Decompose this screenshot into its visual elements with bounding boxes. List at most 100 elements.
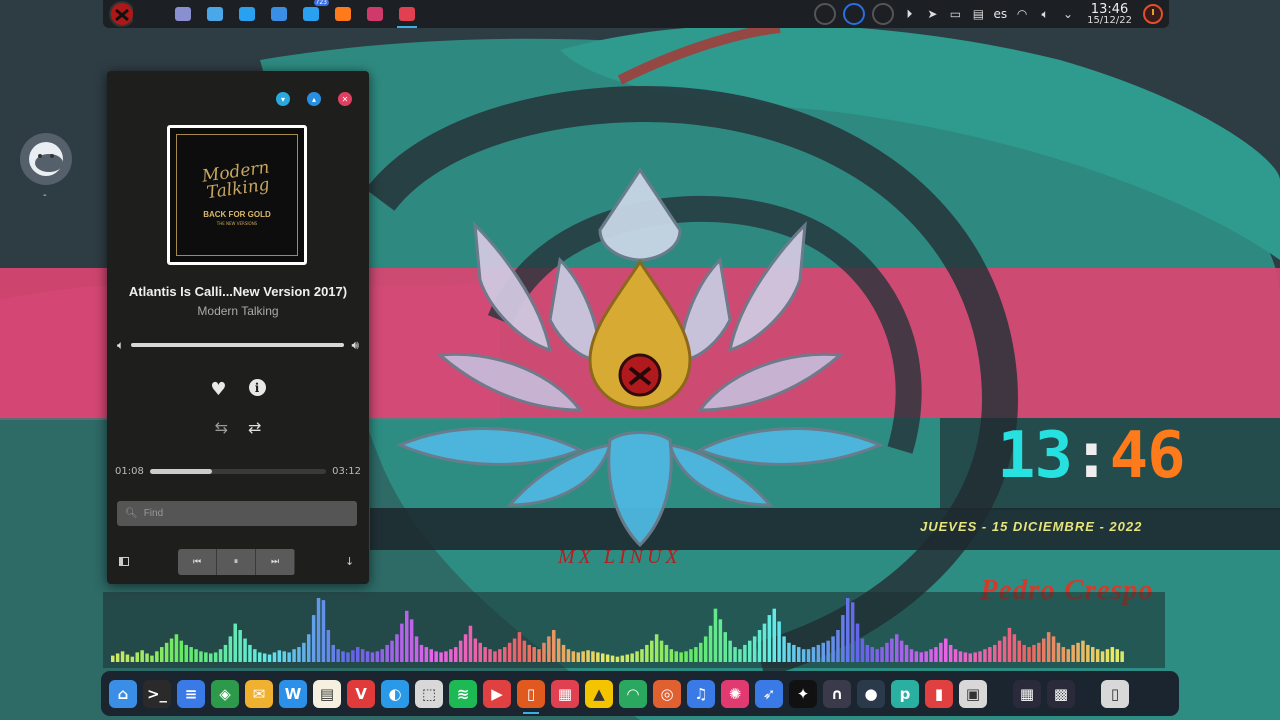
visualizer-bar <box>890 638 894 662</box>
taskbar-app-5[interactable] <box>331 2 355 26</box>
panel-clock[interactable]: 13:46 15/12/22 <box>1087 3 1132 26</box>
volume-slider[interactable] <box>131 343 345 347</box>
visualizer-bar <box>772 608 776 662</box>
visualizer-bar <box>601 653 605 662</box>
headphones-app-icon[interactable]: ◠ <box>619 679 647 708</box>
vlc-cone-icon[interactable]: ▲ <box>585 679 613 708</box>
previous-track-button[interactable]: ⏮ <box>178 549 217 575</box>
visualizer-bar <box>527 644 531 662</box>
track-info-icon[interactable]: i <box>248 379 266 396</box>
keyboard-layout-indicator[interactable]: es <box>993 7 1007 21</box>
visualizer-bar <box>566 649 571 662</box>
network-monitor-icon[interactable] <box>872 3 895 25</box>
visualizer-bar <box>140 650 144 662</box>
wps-office-icon[interactable]: W <box>279 679 307 708</box>
vivaldi-icon[interactable]: V <box>347 679 375 708</box>
spotify-icon[interactable]: ≋ <box>449 679 477 708</box>
taskbar-app-7[interactable] <box>395 2 419 28</box>
layers-icon[interactable]: ◈ <box>211 679 239 708</box>
vinyl-record-icon[interactable]: ◎ <box>653 679 681 708</box>
app-grid-icon[interactable]: ▦ <box>1013 679 1041 708</box>
app-launcher-button[interactable] <box>109 1 133 27</box>
notes-icon[interactable]: ▤ <box>313 679 341 708</box>
player-footer: ⏮ ⏸ ⏭ ↓ <box>107 549 369 575</box>
seek-bar[interactable] <box>149 469 327 474</box>
visualizer-bar <box>209 653 213 662</box>
pinwheel-icon[interactable]: ✺ <box>721 679 749 708</box>
clipboard-icon[interactable]: ▤ <box>970 6 986 22</box>
visualizer-bar <box>424 647 429 662</box>
visualizer-bar <box>370 652 375 662</box>
maximize-button[interactable]: ▴ <box>307 92 321 106</box>
bird-app-icon[interactable]: ➶ <box>755 679 783 708</box>
taskbar-app-1[interactable] <box>203 2 227 26</box>
home-folder-icon[interactable]: ⌂ <box>109 679 137 708</box>
visualizer-bar <box>204 652 208 662</box>
video-player-icon[interactable]: ▶ <box>483 679 511 708</box>
artist-name[interactable]: Modern Talking <box>107 304 369 318</box>
phone-app-icon[interactable]: ▯ <box>517 679 545 714</box>
visualizer-bar <box>787 642 791 662</box>
palette-icon[interactable]: ● <box>857 679 885 708</box>
pause-button[interactable]: ⏸ <box>217 549 256 575</box>
music-player-icon[interactable]: ▦ <box>551 679 579 708</box>
wifi-icon[interactable]: ◠ <box>1014 6 1030 22</box>
terminal-tray-icon[interactable]: ▭ <box>947 6 963 22</box>
visualizer-bar <box>1110 647 1115 662</box>
package-installer-icon[interactable]: ⬚ <box>415 679 443 708</box>
paint-bottles-icon[interactable]: ▮ <box>925 679 953 708</box>
minimize-button[interactable]: ▾ <box>276 92 290 106</box>
picsart-icon[interactable]: p <box>891 679 919 708</box>
visualizer-bar <box>689 649 693 662</box>
media-play-icon[interactable]: ⏵ <box>901 6 917 22</box>
album-cover[interactable]: Modern Talking BACK FOR GOLD THE NEW VER… <box>167 125 307 265</box>
taskbar-app-3[interactable] <box>267 2 291 26</box>
headset-icon[interactable]: ∩ <box>823 679 851 708</box>
visualizer-bar <box>1086 644 1090 662</box>
favorite-heart-icon[interactable]: ♥ <box>210 379 226 400</box>
visualizer-bar <box>1002 636 1007 662</box>
taskbar-app-6[interactable] <box>363 2 387 26</box>
visualizer-bar <box>703 636 708 662</box>
memory-monitor-icon[interactable] <box>843 3 866 25</box>
taskbar-app-4[interactable]: 723 <box>299 0 329 26</box>
desktop-face-widget[interactable] <box>20 133 72 185</box>
taskbar-app-0[interactable] <box>171 2 195 26</box>
repeat-icon[interactable]: ⇄ <box>248 418 261 437</box>
visualizer-bar <box>860 638 865 662</box>
visualizer-bar <box>248 644 252 662</box>
telegram-tray-icon[interactable]: ➤ <box>924 6 940 22</box>
visualizer-bar <box>968 653 972 662</box>
panel-date: 15/12/22 <box>1087 14 1132 26</box>
widget-grid-icon[interactable]: ▩ <box>1047 679 1075 708</box>
visualizer-bar <box>635 651 639 662</box>
notification-badge: 723 <box>313 0 329 6</box>
power-icon[interactable] <box>1143 4 1163 24</box>
visualizer-bar <box>806 649 811 662</box>
visualizer-bar <box>846 598 850 662</box>
visualizer-bar <box>752 636 757 662</box>
top-panel: 723 ⏵ ➤ ▭ ▤ es ◠ 🔈︎ ⌄ 13:46 15/12/22 <box>103 0 1169 28</box>
terminal-icon[interactable]: >_ <box>143 679 171 708</box>
document-icon[interactable]: ≡ <box>177 679 205 708</box>
safari-compass-icon[interactable]: ◐ <box>381 679 409 708</box>
trash-icon[interactable]: ▯ <box>1101 679 1129 708</box>
visualizer-bar <box>473 638 478 662</box>
mail-icon[interactable]: ✉ <box>245 679 273 708</box>
arrow-down-icon[interactable]: ↓ <box>345 555 354 568</box>
taskbar-app-2[interactable] <box>235 2 259 26</box>
music-note-icon[interactable]: ♫ <box>687 679 715 708</box>
find-input[interactable] <box>143 508 344 519</box>
cpu-monitor-icon[interactable] <box>814 3 837 25</box>
volume-high-icon[interactable]: 🔊︎ <box>351 338 359 353</box>
visualizer-bar <box>904 644 909 662</box>
chevron-down-icon[interactable]: ⌄ <box>1060 6 1076 22</box>
shuffle-off-icon[interactable]: ⇆ <box>215 418 228 437</box>
inkscape-icon[interactable]: ✦ <box>789 679 817 708</box>
close-button[interactable]: ✕ <box>338 92 352 106</box>
window-frame-icon[interactable]: ▣ <box>959 679 987 708</box>
sidebar-toggle-icon[interactable] <box>119 557 129 566</box>
next-track-button[interactable]: ⏭ <box>256 549 295 575</box>
volume-low-icon[interactable]: 🔈︎ <box>117 338 124 353</box>
volume-icon[interactable]: 🔈︎ <box>1037 6 1053 22</box>
